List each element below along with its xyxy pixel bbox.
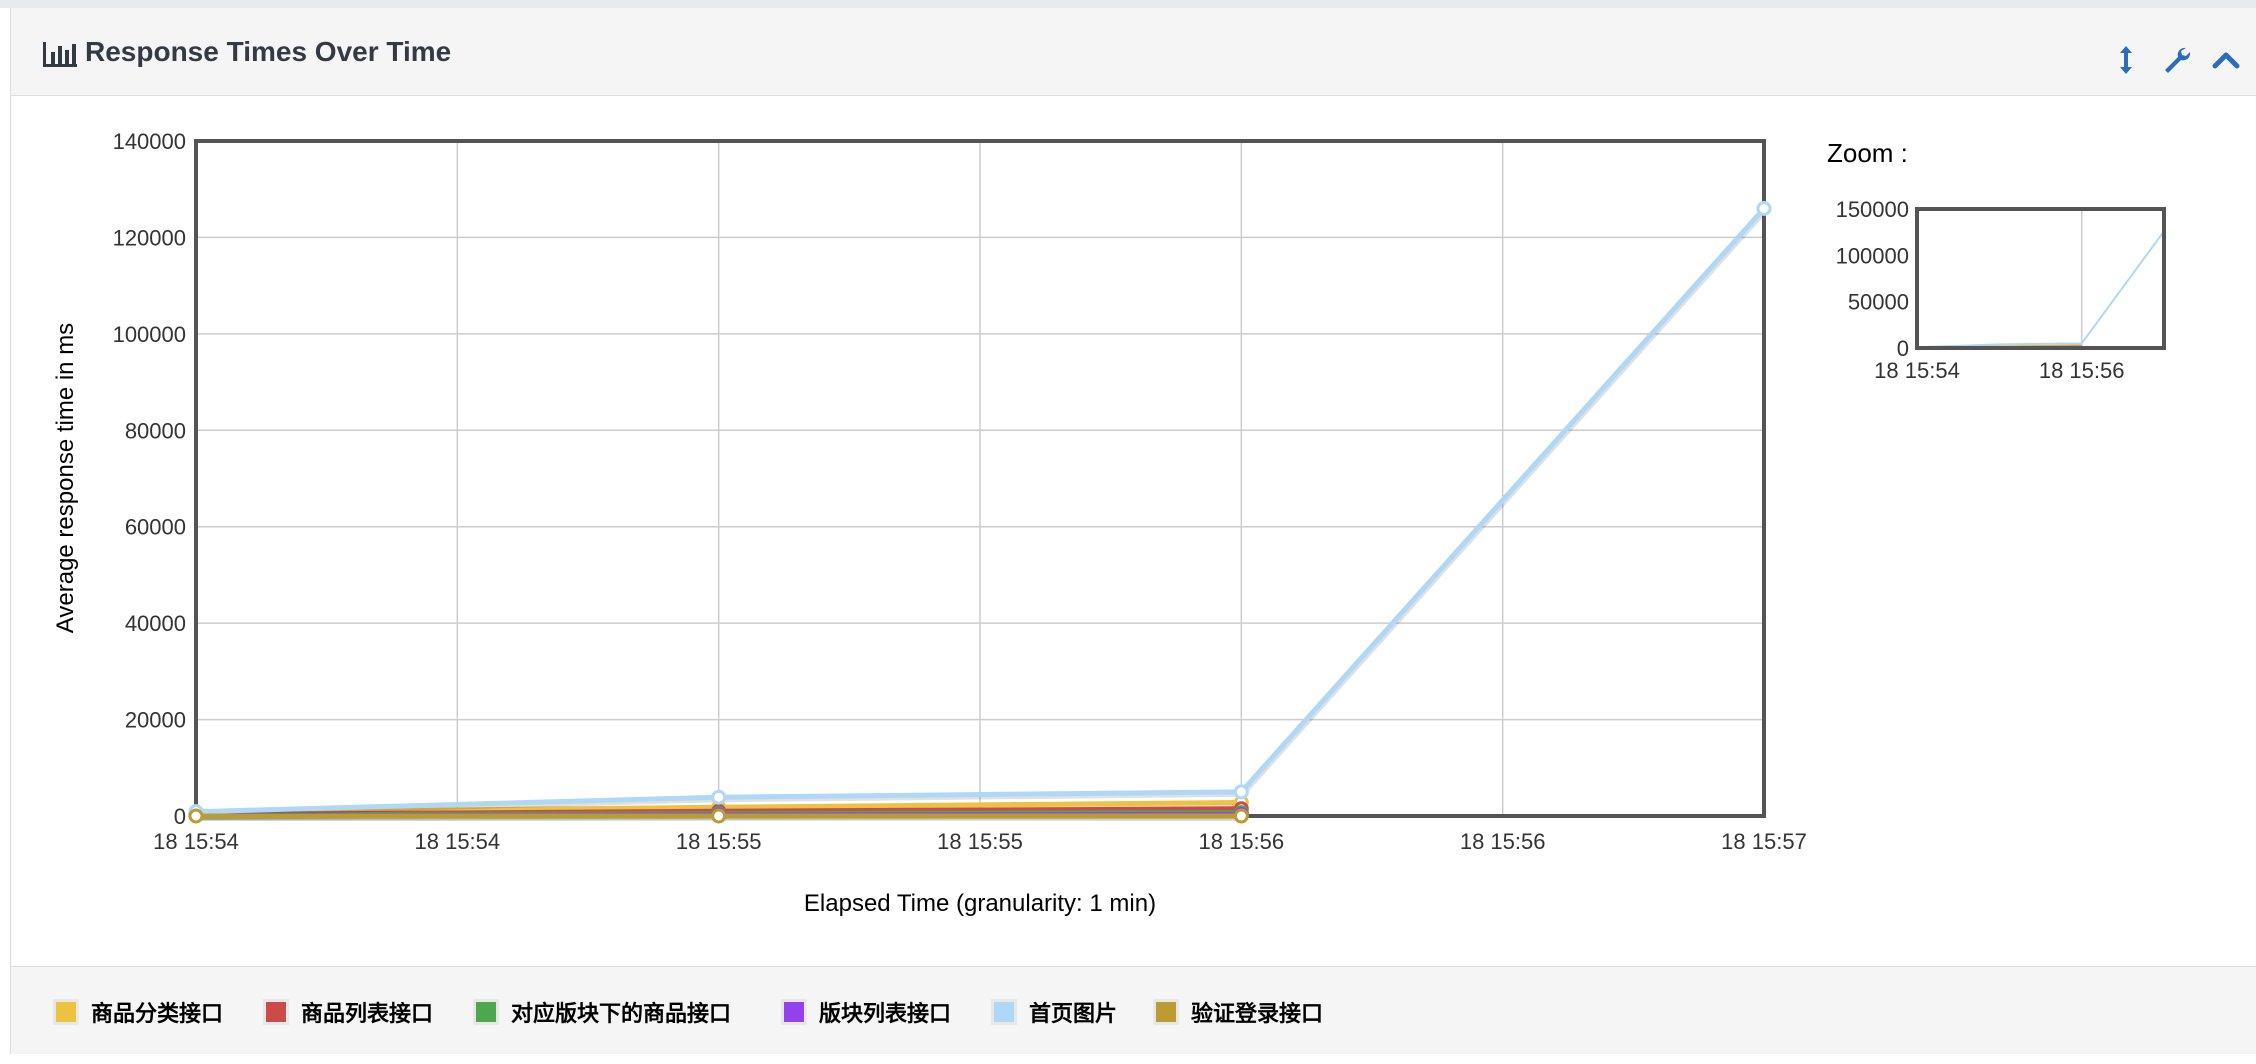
panel-heading: Response Times Over Time [11, 8, 2256, 96]
data-point[interactable] [711, 808, 727, 824]
data-point[interactable] [711, 789, 727, 805]
y-tick-label: 60000 [125, 515, 186, 540]
legend-label: 对应版块下的商品接口 [511, 1002, 732, 1027]
chart-area: 0 20000 40000 60000 80000 100000 120000 140000 … [11, 96, 2256, 966]
zoom-series-line-4 [1917, 230, 2164, 348]
legend-label: 版块列表接口 [819, 1002, 952, 1027]
y-tick-label: 20000 [125, 708, 186, 733]
zoom-y-tick-label: 150000 [1836, 197, 1909, 222]
chart-panel: Response Times Over Time 0 20000 40000 6000… [10, 8, 2256, 1054]
legend-label: 验证登录接口 [1191, 1002, 1324, 1027]
legend-label: 商品列表接口 [301, 1002, 434, 1027]
zoom-x-tick-label: 18 15:56 [2039, 358, 2125, 383]
data-point[interactable] [1756, 201, 1772, 216]
zoom-chart: 15000010000050000018 15:54 18 15:56 [1836, 197, 2164, 383]
panel-title: Response Times Over Time [85, 36, 452, 67]
legend-swatch [781, 999, 807, 1025]
legend: 商品分类接口 商品列表接口 对应版块下的商品接口 版块列表接口 首页图片 验证登录接口 [11, 966, 2256, 1054]
y-tick-label: 40000 [125, 611, 186, 636]
y-tick-label: 120000 [113, 225, 186, 250]
bar-chart-icon [43, 42, 77, 67]
data-point[interactable] [188, 808, 204, 824]
zoom-label: Zoom : [1827, 138, 1908, 168]
legend-swatch [473, 999, 499, 1025]
zoom-y-tick-label: 50000 [1848, 290, 1909, 315]
legend-item[interactable]: 商品分类接口 [53, 995, 223, 1029]
x-tick-label: 18 15:55 [676, 829, 762, 854]
legend-swatch [1153, 999, 1179, 1025]
zoom-frame[interactable] [1915, 207, 2166, 350]
legend-swatch [53, 999, 79, 1025]
data-point[interactable] [1233, 784, 1249, 800]
y-tick-label: 80000 [125, 418, 186, 443]
wrench-icon[interactable] [2161, 44, 2193, 76]
x-tick-label: 18 15:56 [1199, 829, 1285, 854]
data-point[interactable] [1233, 808, 1249, 824]
zoom-y-tick-label: 100000 [1836, 243, 1909, 268]
y-tick-label: 0 [174, 804, 186, 829]
top-bar [0, 0, 2256, 8]
legend-item[interactable]: 验证登录接口 [1153, 995, 1323, 1029]
legend-item[interactable]: 版块列表接口 [781, 995, 951, 1029]
main-chart[interactable]: 020000400006000080000100000120000140000 … [11, 96, 2256, 966]
x-tick-labels: 18 15:54 18 15:54 18 15:55 18 15:55 18 15:56… [153, 829, 1807, 854]
y-axis-label: Average response time in ms [52, 323, 79, 633]
legend-item[interactable]: 商品列表接口 [263, 995, 433, 1029]
series-shadow-4 [196, 208, 1768, 817]
legend-label: 商品分类接口 [91, 1002, 224, 1027]
resize-icon[interactable] [2110, 44, 2142, 76]
collapse-icon[interactable] [2210, 44, 2242, 76]
legend-swatch [991, 999, 1017, 1025]
x-tick-label: 18 15:55 [937, 829, 1023, 854]
legend-item[interactable]: 首页图片 [991, 995, 1117, 1029]
y-tick-labels: 0 20000 40000 60000 80000 100000 120000 140000 [113, 129, 186, 829]
y-tick-label: 100000 [113, 322, 186, 347]
x-tick-label: 18 15:54 [415, 829, 501, 854]
y-tick-label: 140000 [113, 129, 186, 154]
zoom-x-tick-label: 18 15:54 [1874, 358, 1960, 383]
legend-label: 首页图片 [1029, 1002, 1118, 1027]
legend-item[interactable]: 对应版块下的商品接口 [473, 995, 731, 1029]
x-tick-label: 18 15:57 [1721, 829, 1807, 854]
x-axis-label: Elapsed Time (granularity: 1 min) [804, 890, 1156, 917]
x-tick-label: 18 15:54 [153, 829, 239, 854]
legend-swatch [263, 999, 289, 1025]
x-tick-label: 18 15:56 [1460, 829, 1546, 854]
